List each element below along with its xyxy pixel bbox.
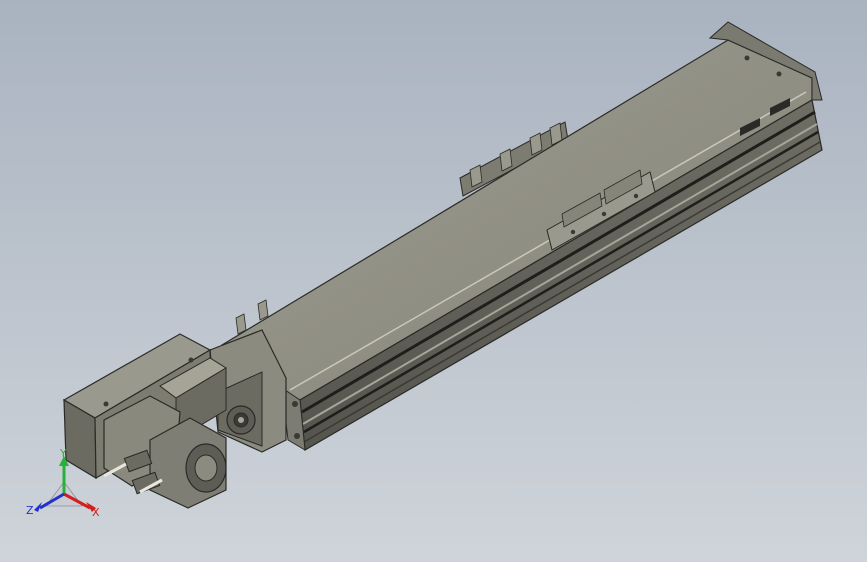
orientation-triad[interactable]: Y X Z [24, 448, 104, 528]
x-axis-label: X [92, 506, 100, 519]
linear-actuator-model[interactable] [0, 0, 867, 562]
y-axis-label: Y [59, 448, 67, 460]
z-axis-label: Z [26, 504, 34, 517]
rail-body[interactable] [220, 21, 823, 451]
graphics-viewport[interactable]: Y X Z [0, 0, 867, 562]
